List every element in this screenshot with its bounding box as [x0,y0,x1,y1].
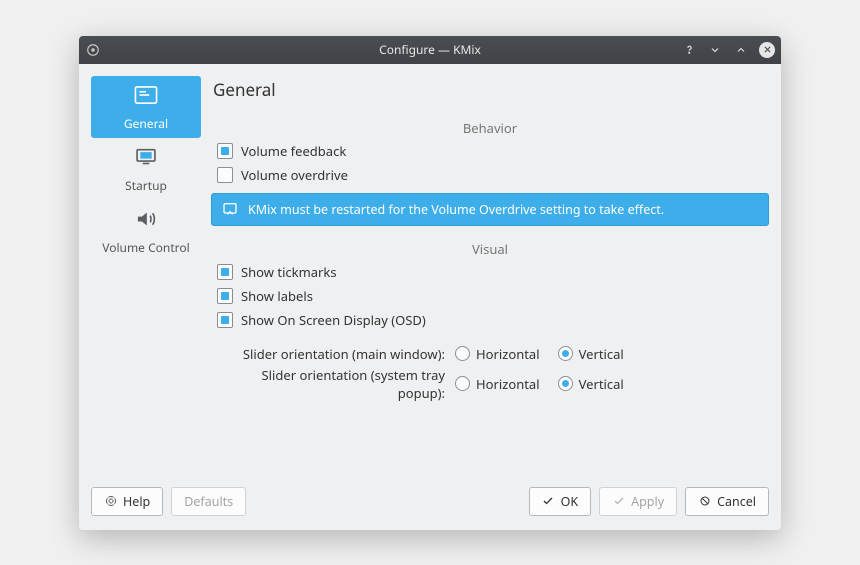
app-icon [85,42,101,58]
show-labels-checkbox[interactable] [217,288,233,304]
cancel-icon [698,495,711,508]
check-icon [542,495,555,508]
orient-tray-label: Slider orientation (system tray popup): [213,366,445,402]
sidebar-item-label: Volume Control [102,239,190,256]
footer: Help Defaults OK Apply Cancel [79,477,781,530]
behavior-section-head: Behavior [211,119,769,133]
check-icon [612,495,625,508]
show-labels-label: Show labels [241,287,313,305]
maximize-button[interactable] [733,42,749,58]
sidebar-item-startup[interactable]: Startup [91,138,201,200]
help-titlebar-button[interactable] [681,42,697,58]
show-tickmarks-checkbox[interactable] [217,264,233,280]
orient-main-horizontal-radio[interactable] [455,346,470,361]
orient-tray-horizontal-radio[interactable] [455,376,470,391]
orient-tray-vertical-radio[interactable] [558,376,573,391]
sidebar: General Startup Volume Control [91,76,201,465]
page-title: General [213,78,769,101]
visual-section-head: Visual [211,240,769,254]
ok-button[interactable]: OK [529,487,592,516]
apply-button[interactable]: Apply [599,487,677,516]
settings-window: Configure — KMix General [79,36,781,530]
general-icon [95,84,197,110]
orient-main-vertical-radio[interactable] [558,346,573,361]
sidebar-item-general[interactable]: General [91,76,201,138]
horizontal-label: Horizontal [476,375,540,393]
volume-icon [95,208,197,234]
volume-feedback-label: Volume feedback [241,142,346,160]
vertical-label: Vertical [579,345,624,363]
show-tickmarks-label: Show tickmarks [241,263,337,281]
sidebar-item-label: General [124,115,168,132]
main-panel: General Behavior Volume feedback Volume … [211,76,769,465]
horizontal-label: Horizontal [476,345,540,363]
vertical-label: Vertical [579,375,624,393]
startup-icon [95,146,197,172]
volume-overdrive-checkbox[interactable] [217,167,233,183]
window-title: Configure — KMix [79,41,781,58]
orient-main-label: Slider orientation (main window): [213,345,445,363]
apply-button-label: Apply [631,493,664,510]
cancel-button[interactable]: Cancel [685,487,769,516]
ok-button-label: OK [561,493,579,510]
show-osd-label: Show On Screen Display (OSD) [241,311,426,329]
volume-overdrive-label: Volume overdrive [241,166,348,184]
cancel-button-label: Cancel [717,493,756,510]
info-banner: KMix must be restarted for the Volume Ov… [211,193,769,226]
defaults-button-label: Defaults [184,493,233,510]
defaults-button[interactable]: Defaults [171,487,246,516]
help-button-label: Help [123,493,150,510]
titlebar: Configure — KMix [79,36,781,64]
help-icon [104,495,117,508]
help-button[interactable]: Help [91,487,163,516]
minimize-button[interactable] [707,42,723,58]
info-icon [222,201,238,217]
sidebar-item-volume-control[interactable]: Volume Control [91,200,201,262]
show-osd-checkbox[interactable] [217,312,233,328]
sidebar-item-label: Startup [125,177,167,194]
volume-feedback-checkbox[interactable] [217,143,233,159]
close-button[interactable] [759,42,775,58]
info-text: KMix must be restarted for the Volume Ov… [248,201,664,218]
